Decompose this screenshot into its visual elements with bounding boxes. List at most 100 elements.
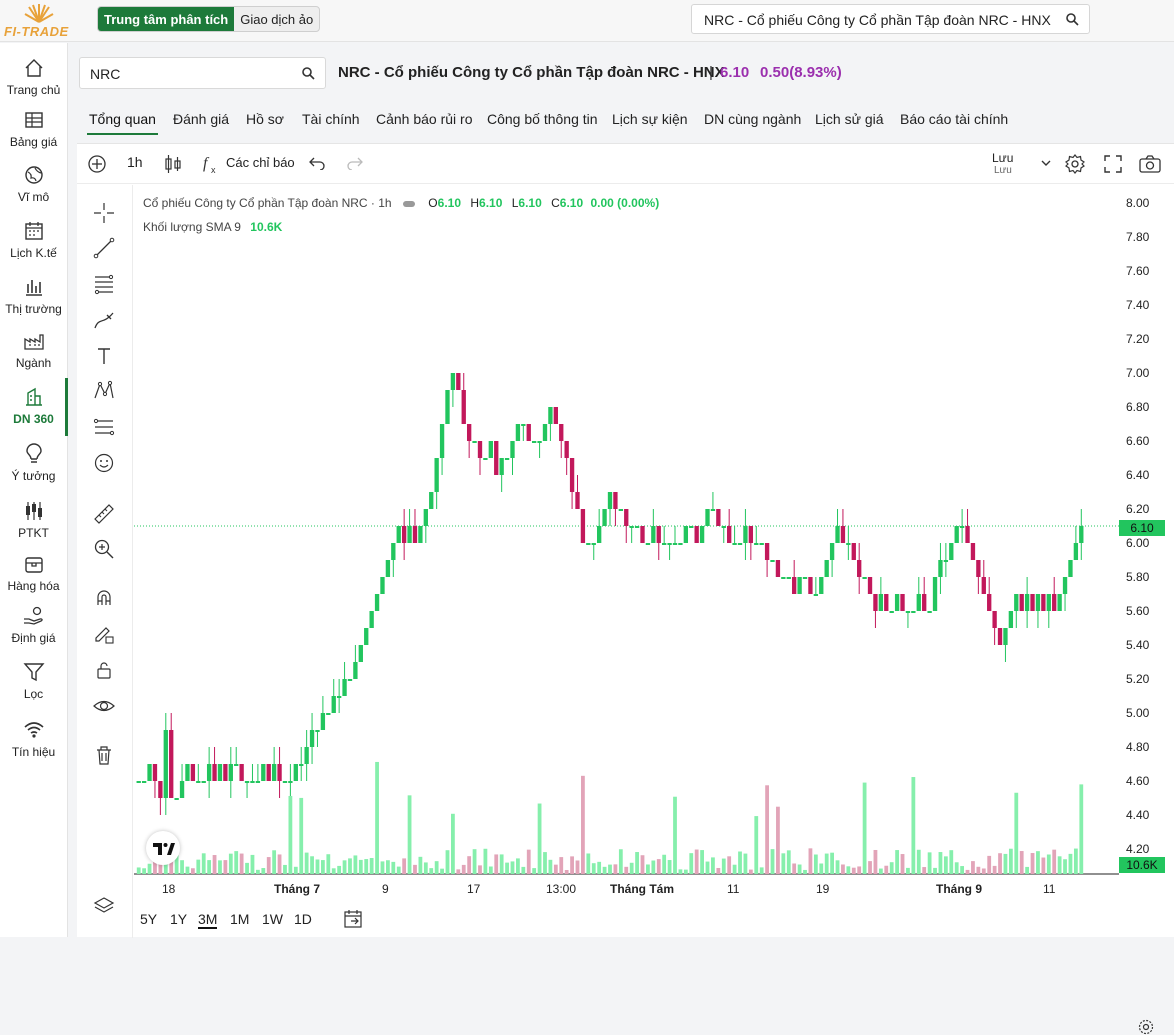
sidebar-item-calendar[interactable]: Lịch K.tế [0,220,67,260]
volume-bar [261,868,266,874]
volume-bar [364,859,369,874]
candle-body [385,560,391,577]
interval-button[interactable]: 1h [127,154,143,170]
volume-bar [786,850,791,874]
volume-bar [1068,853,1073,874]
sidebar-item-table[interactable]: Bảng giá [0,109,67,149]
tab-5[interactable]: Cảnh báo rủi ro [376,111,473,127]
chart-svg[interactable] [134,185,1174,938]
tab-3[interactable]: Hồ sơ [246,111,284,127]
volume-bar [981,868,986,874]
settings-gear-icon[interactable] [1065,154,1085,174]
save-button[interactable]: Lưu [992,151,1013,165]
indicators-button[interactable]: Các chỉ báo [226,155,295,170]
emoji-icon[interactable] [93,452,115,474]
candle-body [1041,594,1046,611]
pattern-icon[interactable] [93,380,115,402]
camera-icon[interactable] [1139,155,1161,173]
candle-body [1003,628,1008,645]
candle-body [483,458,488,460]
tradingview-logo[interactable] [146,831,180,865]
search-icon[interactable] [302,67,315,80]
symbol-search-input[interactable]: NRC [79,57,326,89]
sidebar-item-candles[interactable]: PTKT [0,500,67,540]
undo-icon[interactable] [309,156,325,170]
tab-10[interactable]: Báo cáo tài chính [900,111,1008,127]
sidebar-item-factory[interactable]: Ngành [0,330,67,370]
projection-icon[interactable] [93,416,115,438]
y-tick-label: 5.40 [1126,638,1150,652]
tab-1[interactable]: Tổng quan [87,111,158,135]
fullscreen-icon[interactable] [1104,155,1122,173]
x-tick-label: 18 [162,882,176,896]
y-tick-label: 6.80 [1126,400,1150,414]
axis-settings-icon[interactable] [1138,1019,1154,1035]
volume-bar [1052,849,1057,874]
candle-body [407,526,412,543]
sidebar-item-bar-chart[interactable]: Thị trường [0,276,67,316]
range-button-3m[interactable]: 3M [198,911,218,929]
trend-line-icon[interactable] [93,237,115,259]
sidebar-item-bulb[interactable]: Ý tưởng [0,443,67,483]
candles-icon [25,502,42,520]
price-chart[interactable]: Cổ phiếu Công ty Cổ phần Tập đoàn NRC · … [134,185,1174,1035]
ruler-icon[interactable] [93,503,115,525]
volume-bar [521,866,526,874]
tab-9[interactable]: Lịch sử giá [815,111,884,127]
candle-type-icon[interactable] [164,154,182,174]
range-button-1m[interactable]: 1M [230,911,249,927]
volume-bar [1063,859,1067,874]
sidebar-item-globe[interactable]: Vĩ mô [0,164,67,204]
global-search-input[interactable]: NRC - Cổ phiếu Công ty Cổ phần Tập đoàn … [691,4,1090,34]
candle-body [997,628,1003,645]
range-button-5y[interactable]: 5Y [140,911,157,927]
candle-body [190,764,196,781]
tab-2[interactable]: Đánh giá [173,111,229,127]
lock-icon[interactable] [93,659,115,681]
chevron-down-icon[interactable] [1041,160,1051,167]
ohlc-legend: Cổ phiếu Công ty Cổ phần Tập đoàn NRC · … [143,196,659,210]
legend-toggle-pill[interactable] [402,200,415,207]
range-button-1w[interactable]: 1W [262,911,283,927]
y-tick-label: 5.80 [1126,570,1150,584]
volume-bar [266,857,271,874]
sidebar-item-wifi[interactable]: Tín hiệu [0,719,67,759]
indicator-fx-icon[interactable]: fx [203,153,221,175]
volume-bar [548,859,553,874]
volume-bar [954,862,959,874]
lock-pencil-icon[interactable] [93,623,115,645]
brush-icon[interactable] [93,309,115,331]
tab-7[interactable]: Lịch sự kiện [612,111,688,127]
candle-body [315,730,320,732]
app-logo[interactable]: FI-TRADE [4,0,76,40]
sidebar-item-filter[interactable]: Lọc [0,661,67,701]
tab-4[interactable]: Tài chính [302,111,360,127]
mode-analysis-button[interactable]: Trung tâm phân tích [98,7,235,31]
sidebar-item-box[interactable]: Hàng hóa [0,553,67,593]
tab-6[interactable]: Công bố thông tin [487,111,598,127]
sidebar-item-hand-coin[interactable]: Định giá [0,605,67,645]
volume-bar [581,775,585,874]
magnet-icon[interactable] [93,587,115,609]
eye-icon[interactable] [93,695,115,717]
layers-icon[interactable] [93,895,115,917]
zoom-in-icon[interactable] [93,538,115,560]
y-tick-label: 5.00 [1126,706,1150,720]
redo-icon[interactable] [347,156,363,170]
mode-virtual-trading-button[interactable]: Giao dịch ảo [234,7,319,31]
volume-bar [478,865,482,874]
range-button-1y[interactable]: 1Y [170,911,187,927]
volume-bar [608,864,612,874]
x-tick-label: 11 [1043,882,1056,896]
range-button-1d[interactable]: 1D [294,911,312,927]
trash-icon[interactable] [93,744,115,766]
search-icon[interactable] [1066,13,1079,26]
date-range-calendar-icon[interactable] [343,909,363,929]
sidebar-item-home[interactable]: Trang chủ [0,57,67,97]
sidebar-item-building[interactable]: DN 360 [0,378,68,436]
fib-lines-icon[interactable] [93,273,115,295]
tab-8[interactable]: DN cùng ngành [704,111,801,127]
text-tool-icon[interactable] [93,345,115,367]
crosshair-icon[interactable] [93,202,115,224]
add-symbol-icon[interactable] [87,154,107,174]
